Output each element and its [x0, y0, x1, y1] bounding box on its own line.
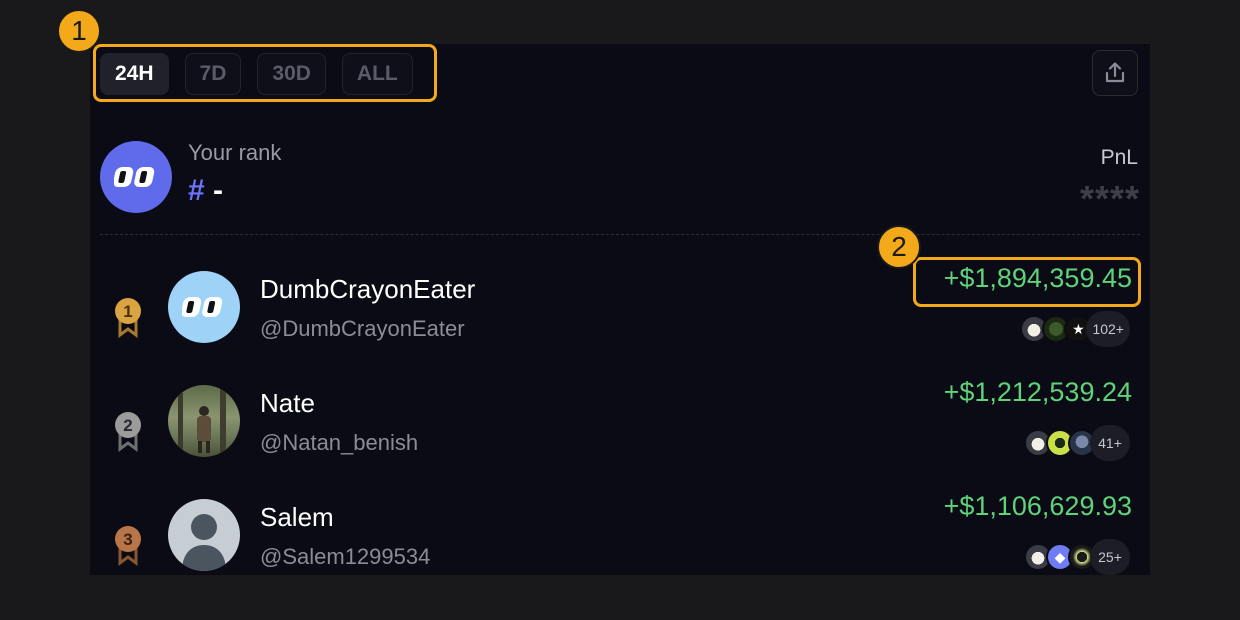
- app-logo-icon: [114, 167, 155, 187]
- app-logo-icon: [182, 297, 223, 317]
- bronze-medal-icon: 3: [115, 526, 141, 566]
- default-user-icon: [182, 514, 226, 571]
- share-icon: [1105, 62, 1125, 83]
- trader-handle: @DumbCrayonEater: [260, 316, 465, 341]
- trader-name[interactable]: DumbCrayonEater: [260, 274, 475, 305]
- trader-name[interactable]: Salem: [260, 502, 334, 533]
- pnl-amount: +$1,106,629.93: [943, 491, 1132, 521]
- trader-handle: @Natan_benish: [260, 430, 419, 455]
- pnl-label: PnL: [1100, 146, 1138, 169]
- pnl-hidden-value: ****: [1079, 178, 1140, 219]
- rank-number: -: [213, 174, 224, 207]
- gold-medal-icon: 1: [115, 298, 141, 338]
- avatar[interactable]: [168, 499, 240, 571]
- divider: [100, 234, 1140, 235]
- person-photo-icon: [178, 389, 226, 453]
- your-rank-label: Your rank: [188, 140, 282, 165]
- pnl-amount: +$1,212,539.24: [943, 377, 1132, 407]
- your-rank-value: # -: [188, 174, 223, 208]
- avatar[interactable]: [168, 271, 240, 343]
- avatar[interactable]: [168, 385, 240, 457]
- tabs-highlight-box: [93, 44, 437, 102]
- trader-handle: @Salem1299534: [260, 544, 431, 569]
- annotation-marker-2: 2: [877, 225, 921, 269]
- token-holdings: ◆ 25+: [1024, 539, 1130, 575]
- rank-hash: #: [188, 174, 205, 207]
- more-tokens-badge[interactable]: 25+: [1090, 539, 1130, 575]
- token-holdings: ★ 102+: [1020, 311, 1130, 347]
- more-tokens-badge[interactable]: 102+: [1086, 311, 1130, 347]
- svg-text:3: 3: [123, 530, 132, 549]
- more-tokens-badge[interactable]: 41+: [1090, 425, 1130, 461]
- svg-text:1: 1: [123, 302, 132, 321]
- leaderboard-panel: 24H 7D 30D ALL Your rank # - PnL **** 1: [90, 44, 1150, 575]
- trader-name[interactable]: Nate: [260, 388, 315, 419]
- annotation-marker-1: 1: [57, 9, 101, 53]
- leaderboard-row[interactable]: 2 Nate @Natan_benish +$1,212,539.24 41+: [90, 377, 1150, 485]
- share-button[interactable]: [1092, 50, 1138, 96]
- svg-text:2: 2: [123, 416, 132, 435]
- leaderboard-row[interactable]: 3 Salem @Salem1299534 +$1,106,629.93 ◆ 2…: [90, 491, 1150, 575]
- token-holdings: 41+: [1024, 425, 1130, 461]
- pnl-highlight-box: [913, 257, 1141, 307]
- silver-medal-icon: 2: [115, 412, 141, 452]
- user-avatar: [100, 141, 172, 213]
